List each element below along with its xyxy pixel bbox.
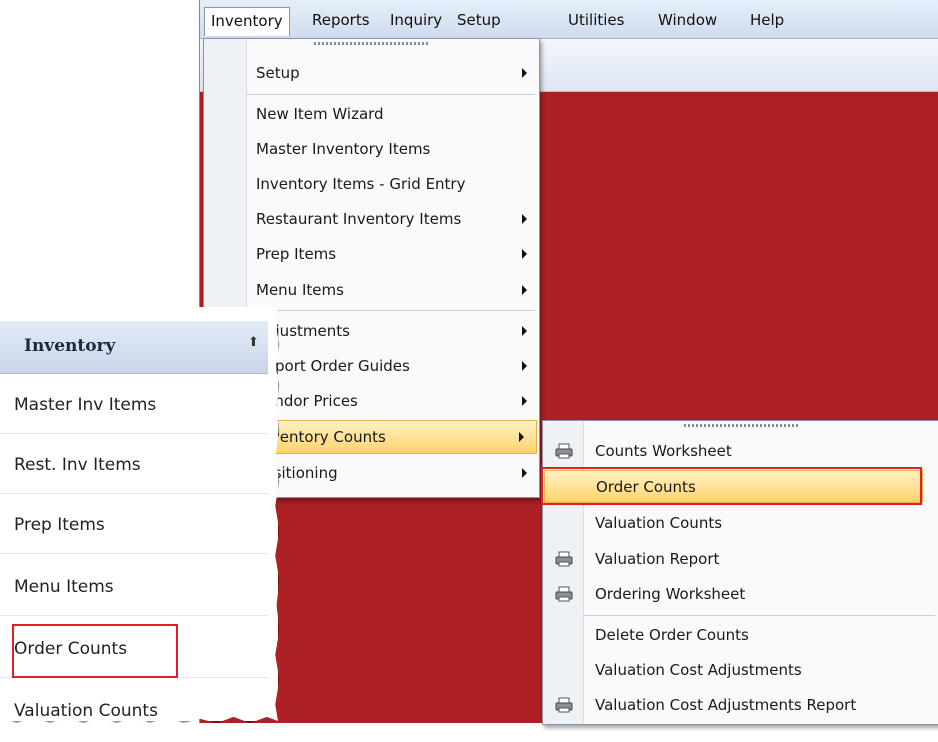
side-item-prep-items[interactable]: Prep Items xyxy=(14,515,105,535)
side-divider xyxy=(0,493,268,494)
side-item-menu-items[interactable]: Menu Items xyxy=(14,577,114,597)
menu-reports[interactable]: Reports xyxy=(306,8,376,32)
menu-item-label: Setup xyxy=(256,64,300,82)
menu-utilities[interactable]: Utilities xyxy=(562,8,630,32)
menu-item-label: Inventory Items - Grid Entry xyxy=(256,175,466,193)
printer-icon xyxy=(555,586,573,602)
menu-item-label: Delete Order Counts xyxy=(595,626,749,644)
menu-item-label: Valuation Report xyxy=(595,550,720,568)
submenu-arrow-icon xyxy=(522,468,527,478)
printer-icon xyxy=(555,551,573,567)
menu-item-label: Valuation Cost Adjustments xyxy=(595,661,802,679)
menu-help[interactable]: Help xyxy=(744,8,790,32)
menu-item-master-inventory-items[interactable]: Master Inventory Items xyxy=(204,131,539,167)
menu-item-valuation-cost-adjustments-report[interactable]: Valuation Cost Adjustments Report xyxy=(543,687,938,723)
menu-separator xyxy=(246,94,535,95)
double-chevron-up-icon[interactable]: ⬆ xyxy=(248,335,259,350)
submenu-arrow-icon xyxy=(522,249,527,259)
menu-item-label: Menu Items xyxy=(256,281,344,299)
menu-item-label: Counts Worksheet xyxy=(595,442,732,460)
submenu-arrow-icon xyxy=(522,326,527,336)
menu-item-label: Import Order Guides xyxy=(256,357,410,375)
menu-item-inventory-grid-entry[interactable]: Inventory Items - Grid Entry xyxy=(204,166,539,202)
submenu-arrow-icon xyxy=(522,68,527,78)
menu-separator xyxy=(583,615,935,616)
printer-icon xyxy=(555,443,573,459)
side-item-master-inv-items[interactable]: Master Inv Items xyxy=(14,395,156,415)
menu-item-delete-order-counts[interactable]: Delete Order Counts xyxy=(543,617,938,653)
menu-item-new-item-wizard[interactable]: New Item Wizard xyxy=(204,96,539,132)
menu-setup[interactable]: Setup xyxy=(451,8,507,32)
menu-item-counts-worksheet[interactable]: Counts Worksheet xyxy=(543,433,938,469)
menu-item-label: Order Counts xyxy=(596,477,696,496)
menu-grip[interactable] xyxy=(204,39,539,47)
side-item-rest-inv-items[interactable]: Rest. Inv Items xyxy=(14,455,141,475)
side-panel-title: Inventory xyxy=(24,336,116,356)
menu-window[interactable]: Window xyxy=(652,8,723,32)
menu-item-label: Restaurant Inventory Items xyxy=(256,210,462,228)
side-item-order-counts[interactable]: Order Counts xyxy=(14,639,127,659)
side-item-valuation-counts[interactable]: Valuation Counts xyxy=(14,701,158,721)
menu-item-valuation-counts[interactable]: Valuation Counts xyxy=(543,505,938,541)
menu-item-label: Ordering Worksheet xyxy=(595,585,746,603)
menu-item-inventory-counts[interactable]: Inventory Counts xyxy=(248,420,537,454)
menu-item-restaurant-inventory-items[interactable]: Restaurant Inventory Items xyxy=(204,201,539,237)
submenu-arrow-icon xyxy=(519,432,524,442)
menu-item-label: Valuation Counts xyxy=(595,514,723,532)
side-divider xyxy=(0,677,268,678)
menu-item-prep-items[interactable]: Prep Items xyxy=(204,236,539,272)
menu-item-label: Prep Items xyxy=(256,245,337,263)
side-panel-header[interactable]: Inventory ⬆ xyxy=(0,321,268,374)
side-divider xyxy=(0,553,268,554)
printer-icon xyxy=(555,697,573,713)
side-divider xyxy=(0,615,268,616)
menu-item-setup[interactable]: Setup xyxy=(204,55,539,91)
menu-item-menu-items[interactable]: Menu Items xyxy=(204,272,539,308)
menu-grip[interactable] xyxy=(543,421,938,429)
menu-item-ordering-worksheet[interactable]: Ordering Worksheet xyxy=(543,576,938,612)
menu-separator xyxy=(246,310,535,311)
menu-item-valuation-report[interactable]: Valuation Report xyxy=(543,541,938,577)
menu-inventory[interactable]: Inventory xyxy=(204,7,290,36)
menu-item-label: New Item Wizard xyxy=(256,105,384,123)
submenu-arrow-icon xyxy=(522,396,527,406)
menu-bar: Inventory Reports Inquiry Setup Utilitie… xyxy=(200,0,938,39)
side-divider xyxy=(0,433,268,434)
submenu-arrow-icon xyxy=(522,285,527,295)
inventory-counts-submenu: Counts Worksheet Order Counts Valuation … xyxy=(542,420,938,725)
menu-item-order-counts[interactable]: Order Counts xyxy=(544,470,923,503)
submenu-arrow-icon xyxy=(522,214,527,224)
inventory-side-panel: Inventory ⬆ Master Inv Items Rest. Inv I… xyxy=(0,307,278,721)
menu-item-label: Valuation Cost Adjustments Report xyxy=(595,696,857,714)
submenu-arrow-icon xyxy=(522,361,527,371)
menu-inquiry[interactable]: Inquiry xyxy=(384,8,448,32)
menu-item-label: Master Inventory Items xyxy=(256,140,431,158)
menu-item-valuation-cost-adjustments[interactable]: Valuation Cost Adjustments xyxy=(543,652,938,688)
